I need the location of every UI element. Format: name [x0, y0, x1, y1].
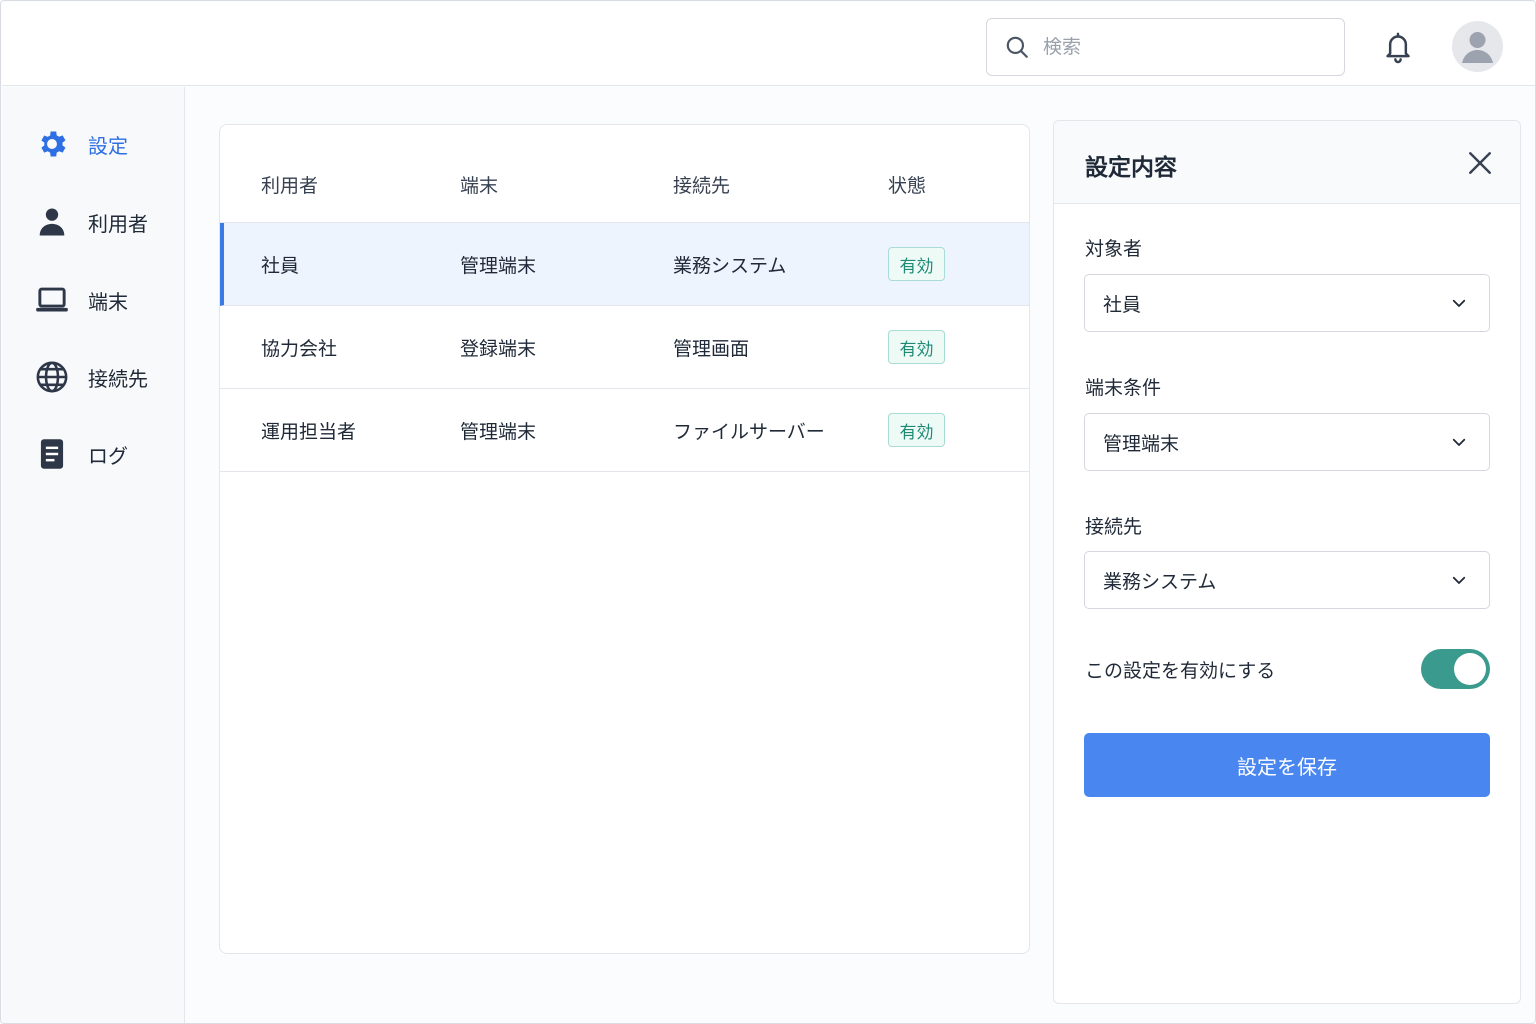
column-header-status: 状態: [888, 175, 927, 197]
status-badge: 有効: [888, 247, 945, 281]
table-row[interactable]: 運用担当者 管理端末 ファイルサーバー 有効: [220, 389, 1029, 472]
search-box[interactable]: [986, 18, 1345, 76]
save-button[interactable]: 設定を保存: [1084, 733, 1490, 797]
top-bar: [2, 2, 1535, 86]
toggle-knob: [1454, 653, 1486, 685]
cell-destination: ファイルサーバー: [673, 421, 825, 443]
sidebar-item-label: ログ: [88, 443, 128, 468]
app-window: 設定 利用者 端末 接続先 ログ 利: [0, 0, 1536, 1024]
device-condition-select[interactable]: 管理端末: [1084, 413, 1490, 471]
sidebar-item-settings[interactable]: 設定: [34, 122, 174, 166]
enable-toggle[interactable]: [1421, 649, 1490, 689]
target-label: 対象者: [1085, 238, 1143, 260]
status-badge: 有効: [888, 413, 945, 447]
sidebar-item-devices[interactable]: 端末: [34, 278, 174, 322]
sidebar-item-label: 設定: [88, 133, 128, 158]
gear-icon: [34, 126, 70, 162]
globe-icon: [34, 359, 70, 395]
column-header-user: 利用者: [261, 175, 319, 197]
device-condition-select-value: 管理端末: [1103, 432, 1180, 455]
settings-panel: 設定内容 対象者 社員 端末条件 管理端末 接続先 業務システム この設定を有効…: [1053, 120, 1521, 1004]
sidebar-item-label: 端末: [88, 289, 128, 314]
user-icon: [34, 204, 70, 240]
enable-toggle-label: この設定を有効にする: [1085, 660, 1276, 682]
policy-table: 利用者 端末 接続先 状態 社員 管理端末 業務システム 有効 協力会社 登録端…: [219, 124, 1030, 954]
laptop-icon: [34, 282, 70, 318]
table-row[interactable]: 協力会社 登録端末 管理画面 有効: [220, 306, 1029, 389]
cell-device: 登録端末: [460, 338, 537, 360]
panel-header: 設定内容: [1054, 121, 1520, 204]
sidebar-item-users[interactable]: 利用者: [34, 200, 174, 244]
bell-icon[interactable]: [1378, 27, 1418, 67]
panel-title: 設定内容: [1085, 155, 1177, 181]
status-badge: 有効: [888, 330, 945, 364]
cell-user: 協力会社: [261, 338, 338, 360]
sidebar-item-logs[interactable]: ログ: [34, 432, 174, 476]
document-icon: [34, 436, 70, 472]
cell-device: 管理端末: [460, 421, 537, 443]
cell-user: 社員: [261, 255, 300, 277]
user-avatar[interactable]: [1452, 21, 1503, 72]
destination-select[interactable]: 業務システム: [1084, 551, 1490, 609]
device-condition-label: 端末条件: [1085, 377, 1162, 399]
search-icon: [1003, 33, 1031, 61]
sidebar-item-label: 利用者: [88, 211, 148, 236]
chevron-down-icon: [1447, 568, 1471, 592]
sidebar-item-label: 接続先: [88, 366, 148, 391]
destination-label: 接続先: [1085, 516, 1143, 538]
column-header-device: 端末: [460, 175, 499, 197]
table-row[interactable]: 社員 管理端末 業務システム 有効: [220, 223, 1029, 306]
cell-destination: 業務システム: [673, 255, 787, 277]
cell-destination: 管理画面: [673, 338, 750, 360]
destination-select-value: 業務システム: [1103, 570, 1217, 593]
cell-device: 管理端末: [460, 255, 537, 277]
table-header: 利用者 端末 接続先 状態: [220, 125, 1029, 223]
close-icon[interactable]: [1464, 147, 1496, 179]
target-select[interactable]: 社員: [1084, 274, 1490, 332]
search-input[interactable]: [1043, 36, 1323, 58]
column-header-destination: 接続先: [673, 175, 731, 197]
target-select-value: 社員: [1103, 293, 1142, 316]
chevron-down-icon: [1447, 430, 1471, 454]
chevron-down-icon: [1447, 291, 1471, 315]
cell-user: 運用担当者: [261, 421, 357, 443]
sidebar: 設定 利用者 端末 接続先 ログ: [2, 87, 185, 1023]
sidebar-item-destinations[interactable]: 接続先: [34, 355, 174, 399]
